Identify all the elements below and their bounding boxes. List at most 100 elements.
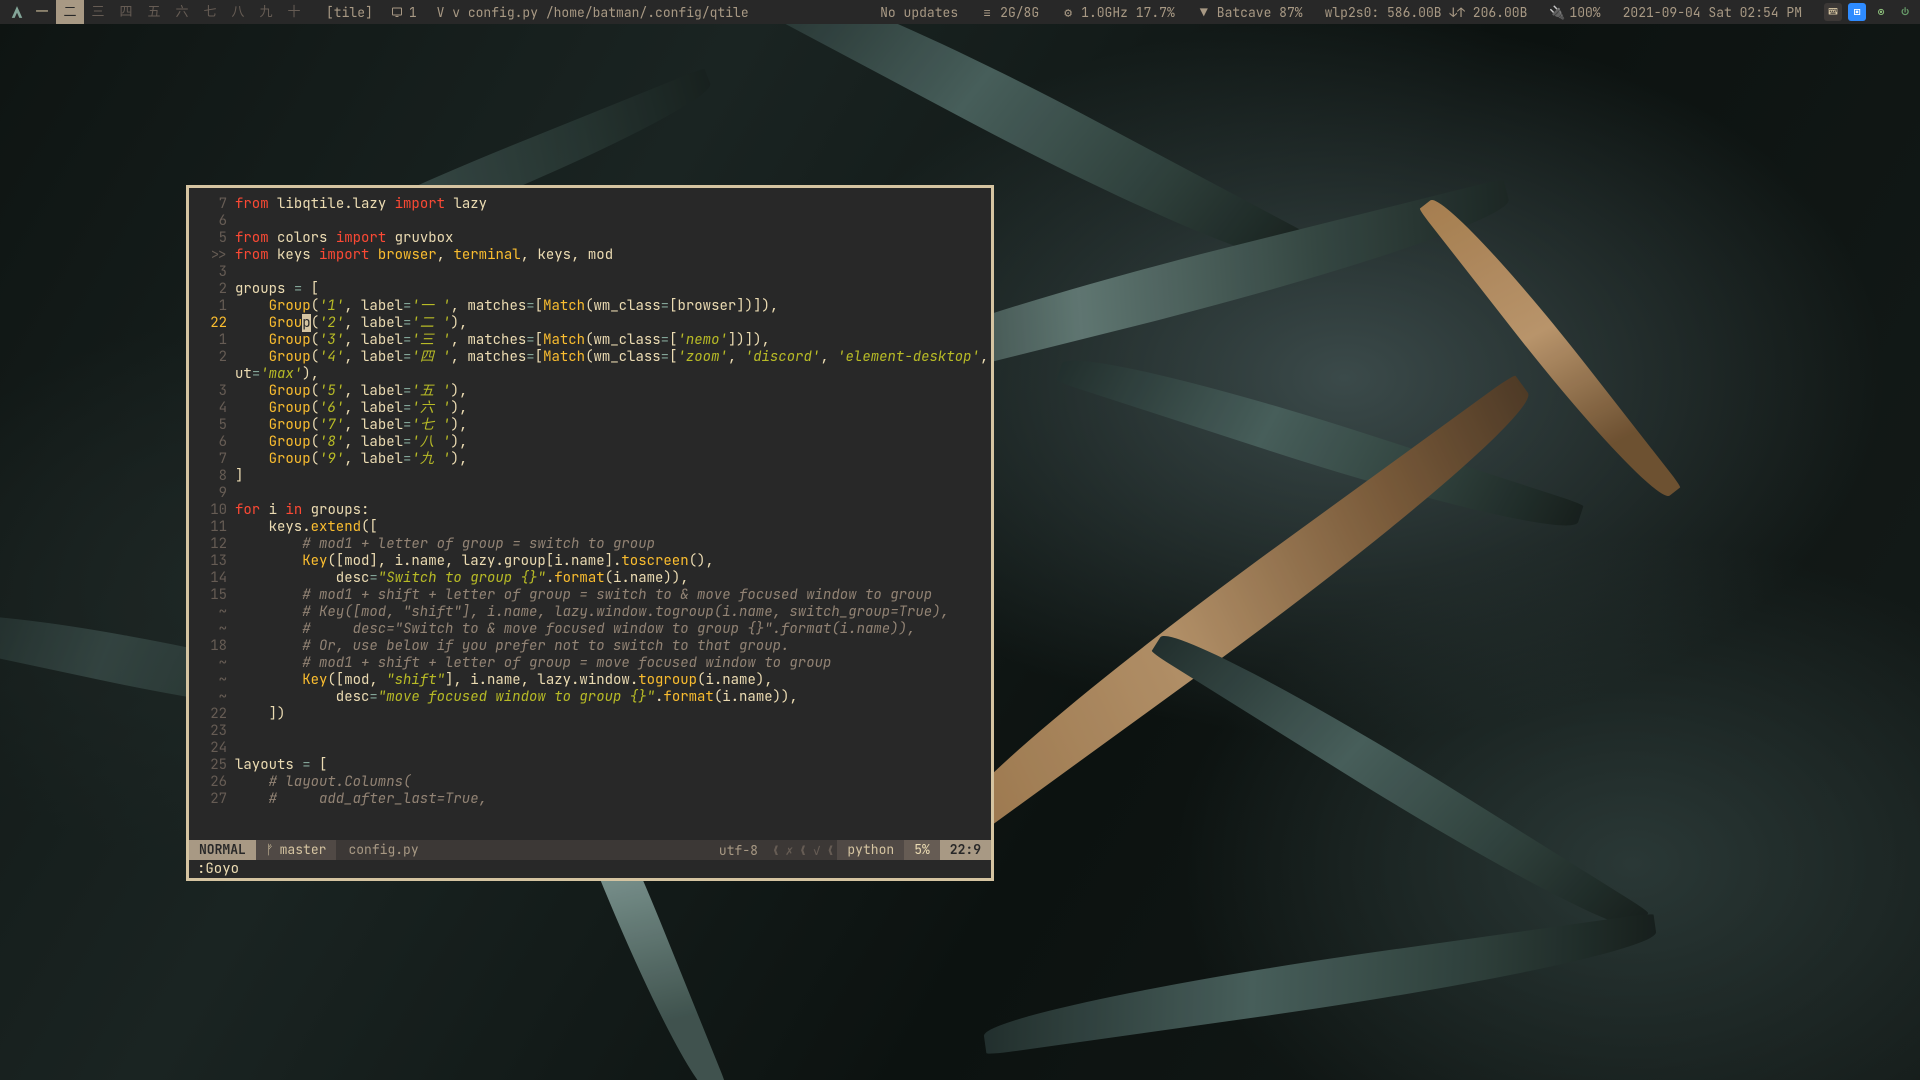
power-tray-icon[interactable]: ◉ <box>1872 3 1890 21</box>
workspace-2[interactable]: 二 <box>56 0 84 24</box>
code-text: Group('1', label='一 ', matches=[Match(wm… <box>235 298 981 315</box>
vim-mode: NORMAL <box>189 840 256 860</box>
cpu-icon: ⚙ <box>1061 4 1075 21</box>
code-line[interactable]: 7 Group('9', label='九 '), <box>197 451 981 468</box>
vim-statusline: NORMAL ᚠ master config.py utf-8 ❮ ✗ ❮ ✓ … <box>189 840 991 860</box>
line-number: 22 <box>197 315 235 332</box>
code-line[interactable]: 22 ]) <box>197 706 981 723</box>
workspace-7[interactable]: 七 <box>196 0 224 24</box>
code-line[interactable]: 26 # layout.Columns( <box>197 774 981 791</box>
keyboard-tray-icon[interactable]: ⌨ <box>1824 3 1842 21</box>
code-line[interactable]: 3 <box>197 264 981 281</box>
line-number: 1 <box>197 332 235 349</box>
code-line[interactable]: ~ # Key([mod, "shift"], i.name, lazy.win… <box>197 604 981 621</box>
branch-icon: ᚠ <box>266 840 274 860</box>
wifi-widget[interactable]: ▼ Batcave 87% <box>1197 4 1303 21</box>
code-line[interactable]: ~ # mod1 + shift + letter of group = mov… <box>197 655 981 672</box>
editor-buffer[interactable]: 7from libqtile.lazy import lazy65from co… <box>189 188 991 840</box>
code-line[interactable]: 1 Group('3', label='三 ', matches=[Match(… <box>197 332 981 349</box>
code-line[interactable]: ~ # desc="Switch to & move focused windo… <box>197 621 981 638</box>
line-number: 12 <box>197 536 235 553</box>
code-line[interactable]: 25layouts = [ <box>197 757 981 774</box>
line-number: 5 <box>197 417 235 434</box>
workspace-1[interactable]: 一 <box>28 0 56 24</box>
zoom-tray-icon[interactable]: ▣ <box>1848 3 1866 21</box>
code-text: Group('5', label='五 '), <box>235 383 981 400</box>
cpu-widget: ⚙ 1.0GHz 17.7% <box>1061 4 1175 21</box>
line-number: 7 <box>197 196 235 213</box>
code-line[interactable]: 6 Group('8', label='八 '), <box>197 434 981 451</box>
code-line[interactable]: 2groups = [ <box>197 281 981 298</box>
logout-tray-icon[interactable]: ⏻ <box>1896 3 1914 21</box>
code-text: ut='max'), <box>235 366 981 383</box>
desktop-number: 1 <box>391 4 417 21</box>
code-text: Group('7', label='七 '), <box>235 417 981 434</box>
code-text: groups = [ <box>235 281 981 298</box>
vim-cmdline[interactable]: :Goyo <box>189 860 991 878</box>
code-line[interactable]: ut='max'), <box>197 366 981 383</box>
workspace-3[interactable]: 三 <box>84 0 112 24</box>
code-line[interactable]: 23 <box>197 723 981 740</box>
arch-logo-icon[interactable] <box>6 0 28 24</box>
code-line[interactable]: 27 # add_after_last=True, <box>197 791 981 808</box>
status-lint-icons: ❮ ✗ ❮ ✓ ❮ <box>768 842 837 859</box>
code-line[interactable]: 12 # mod1 + letter of group = switch to … <box>197 536 981 553</box>
code-line[interactable]: 7from libqtile.lazy import lazy <box>197 196 981 213</box>
clock-widget[interactable]: 2021-09-04 Sat 02:54 PM <box>1623 4 1802 21</box>
window-title: V v config.py /home/batman/.config/qtile <box>437 4 749 21</box>
status-bar: 一二三四五六七八九十 [tile] 1 V v config.py /home/… <box>0 0 1920 24</box>
workspace-5[interactable]: 五 <box>140 0 168 24</box>
line-number: 7 <box>197 451 235 468</box>
line-number: ~ <box>197 604 235 621</box>
code-line[interactable]: 11 keys.extend([ <box>197 519 981 536</box>
line-number: 13 <box>197 553 235 570</box>
code-line[interactable]: 15 # mod1 + shift + letter of group = sw… <box>197 587 981 604</box>
code-line[interactable]: 5from colors import gruvbox <box>197 230 981 247</box>
code-line[interactable]: 2 Group('4', label='四 ', matches=[Match(… <box>197 349 981 366</box>
code-text: Group('6', label='六 '), <box>235 400 981 417</box>
code-line[interactable]: ~ desc="move focused window to group {}"… <box>197 689 981 706</box>
line-number: 11 <box>197 519 235 536</box>
code-text: desc="Switch to group {}".format(i.name)… <box>235 570 981 587</box>
code-line[interactable]: 18 # Or, use below if you prefer not to … <box>197 638 981 655</box>
workspace-4[interactable]: 四 <box>112 0 140 24</box>
workspace-10[interactable]: 十 <box>280 0 308 24</box>
code-line[interactable]: 3 Group('5', label='五 '), <box>197 383 981 400</box>
line-number: 5 <box>197 230 235 247</box>
line-number: 3 <box>197 264 235 281</box>
line-number: 1 <box>197 298 235 315</box>
code-text <box>235 213 981 230</box>
code-line[interactable]: 14 desc="Switch to group {}".format(i.na… <box>197 570 981 587</box>
line-number: 2 <box>197 281 235 298</box>
code-line[interactable]: 5 Group('7', label='七 '), <box>197 417 981 434</box>
line-number: 8 <box>197 468 235 485</box>
code-line[interactable]: 13 Key([mod], i.name, lazy.group[i.name]… <box>197 553 981 570</box>
code-line[interactable]: 1 Group('1', label='一 ', matches=[Match(… <box>197 298 981 315</box>
code-line[interactable]: 6 <box>197 213 981 230</box>
line-number: 10 <box>197 502 235 519</box>
code-line[interactable]: 24 <box>197 740 981 757</box>
updates-widget[interactable]: No updates <box>880 4 958 21</box>
code-text: # mod1 + letter of group = switch to gro… <box>235 536 981 553</box>
code-line[interactable]: 8] <box>197 468 981 485</box>
code-line[interactable]: ~ Key([mod, "shift"], i.name, lazy.windo… <box>197 672 981 689</box>
code-text <box>235 723 981 740</box>
code-text: # mod1 + shift + letter of group = switc… <box>235 587 981 604</box>
code-line[interactable]: 10for i in groups: <box>197 502 981 519</box>
code-text: for i in groups: <box>235 502 981 519</box>
editor-window[interactable]: 7from libqtile.lazy import lazy65from co… <box>186 185 994 881</box>
workspace-6[interactable]: 六 <box>168 0 196 24</box>
memory-icon: ☰ <box>980 4 994 21</box>
line-number: 3 <box>197 383 235 400</box>
code-line[interactable]: 9 <box>197 485 981 502</box>
code-text: desc="move focused window to group {}".f… <box>235 689 981 706</box>
line-number: 6 <box>197 213 235 230</box>
code-text: Key([mod], i.name, lazy.group[i.name].to… <box>235 553 981 570</box>
line-number: >> <box>197 247 235 264</box>
code-line[interactable]: 22 Group('2', label='二 '), <box>197 315 981 332</box>
workspace-8[interactable]: 八 <box>224 0 252 24</box>
code-line[interactable]: 4 Group('6', label='六 '), <box>197 400 981 417</box>
workspace-9[interactable]: 九 <box>252 0 280 24</box>
layout-indicator[interactable]: [tile] <box>326 4 373 21</box>
code-line[interactable]: >>from keys import browser, terminal, ke… <box>197 247 981 264</box>
